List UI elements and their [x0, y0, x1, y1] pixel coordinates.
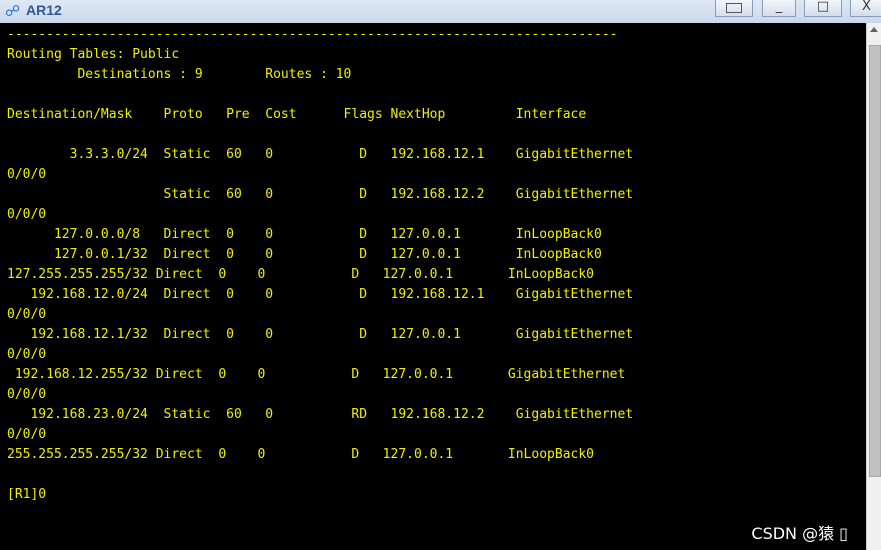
terminal-output[interactable]: ----------------------------------------… [0, 23, 866, 550]
scroll-thumb[interactable] [869, 45, 881, 477]
route-row: 0/0/0 [7, 167, 47, 182]
scroll-up-arrow-icon[interactable] [870, 27, 878, 32]
command-prompt[interactable]: [R1]0 [7, 485, 46, 505]
window-titlebar: ☍ AR12 _ □ X [0, 0, 881, 24]
route-row: 127.0.0.0/8 Direct 0 0 D 127.0.0.1 InLoo… [7, 227, 602, 242]
minimize-button[interactable]: _ [762, 0, 796, 17]
restore-button[interactable] [715, 0, 753, 17]
route-row: 192.168.23.0/24 Static 60 0 RD 192.168.1… [7, 407, 634, 422]
route-row: 0/0/0 [7, 427, 47, 442]
watermark: CSDN @猿 ▯ [751, 524, 848, 543]
vertical-scrollbar[interactable] [866, 23, 881, 550]
restore-icon [726, 3, 742, 13]
summary-line: Destinations : 9 Routes : 10 [7, 67, 352, 82]
route-row: 127.0.0.1/32 Direct 0 0 D 127.0.0.1 InLo… [7, 247, 602, 262]
route-row: 255.255.255.255/32 Direct 0 0 D 127.0.0.… [7, 447, 594, 462]
close-button[interactable]: X [850, 0, 881, 17]
window-title: AR12 [26, 2, 62, 18]
separator-line: ----------------------------------------… [7, 27, 618, 42]
route-row: Static 60 0 D 192.168.12.2 GigabitEthern… [7, 187, 634, 202]
route-row: 0/0/0 [7, 207, 47, 222]
maximize-button[interactable]: □ [804, 0, 842, 17]
route-row: 192.168.12.255/32 Direct 0 0 D 127.0.0.1… [7, 367, 626, 382]
route-row: 127.255.255.255/32 Direct 0 0 D 127.0.0.… [7, 267, 594, 282]
route-row: 3.3.3.0/24 Static 60 0 D 192.168.12.1 Gi… [7, 147, 634, 162]
route-row: 0/0/0 [7, 307, 47, 322]
column-headers: Destination/Mask Proto Pre Cost Flags Ne… [7, 107, 587, 122]
route-row: 192.168.12.0/24 Direct 0 0 D 192.168.12.… [7, 287, 634, 302]
route-row: 0/0/0 [7, 347, 47, 362]
route-row: 0/0/0 [7, 387, 47, 402]
routing-tables-header: Routing Tables: Public [7, 47, 180, 62]
router-icon: ☍ [5, 2, 21, 20]
route-row: 192.168.12.1/32 Direct 0 0 D 127.0.0.1 G… [7, 327, 634, 342]
